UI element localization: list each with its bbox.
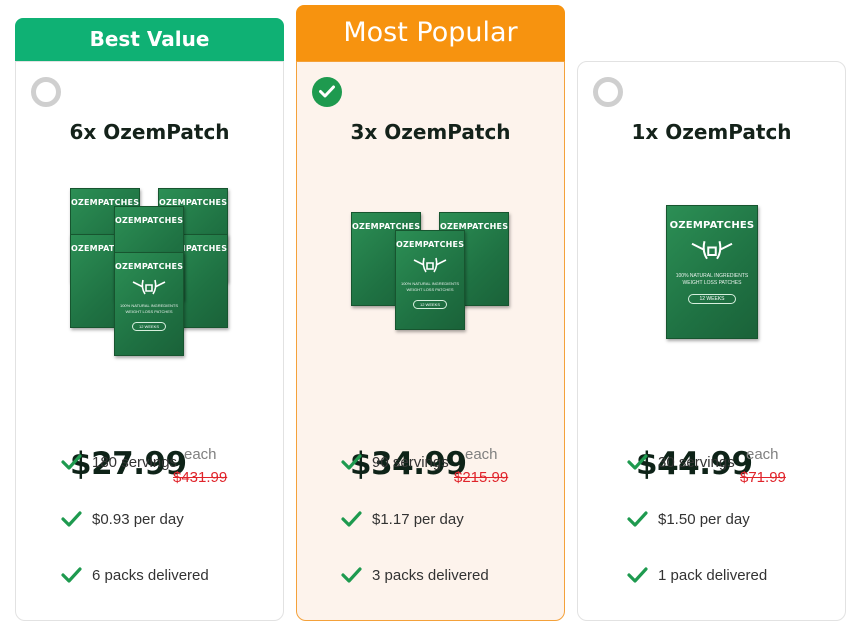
check-icon [627,511,648,527]
price-each-label: each [465,446,498,463]
original-price: $71.99 [740,469,786,486]
check-icon [341,454,362,470]
plan-card-6x[interactable]: 6x OzemPatch OZEMPATCHES OZEMPATCHES OZE… [15,61,284,621]
plan-title: 6x OzemPatch [69,120,230,144]
plan-card-1x[interactable]: 1x OzemPatch OZEMPATCHES 100% NATURAL IN… [577,61,846,621]
check-icon [61,511,82,527]
check-icon [627,454,648,470]
feature-item: 6 packs delivered [61,567,209,584]
check-icon [61,454,82,470]
most-popular-ribbon: Most Popular [296,5,565,61]
feature-item: $1.50 per day [627,511,750,528]
check-icon [341,567,362,583]
plan-title: 1x OzemPatch [631,120,792,144]
price-each-label: each [184,446,217,463]
feature-item: $1.17 per day [341,511,464,528]
original-price: $215.99 [454,469,509,486]
plan-title: 3x OzemPatch [350,120,511,144]
check-icon [61,567,82,583]
checkmark-icon [319,85,335,98]
original-price: $431.99 [173,469,228,486]
check-icon [341,511,362,527]
product-image-6-pack: OZEMPATCHES OZEMPATCHES OZEMPATCHES OZEM… [70,188,230,358]
feature-item: 90 servings [341,454,449,471]
plan-radio-3x-selected[interactable] [312,77,342,107]
product-image-1-pack: OZEMPATCHES 100% NATURAL INGREDIENTS WEIG… [666,205,760,341]
best-value-ribbon: Best Value [15,18,284,61]
plan-radio-1x[interactable] [593,77,623,107]
plan-radio-6x[interactable] [31,77,61,107]
feature-item: 3 packs delivered [341,567,489,584]
feature-item: 180 servings [61,454,177,471]
feature-item: 30 servings [627,454,735,471]
feature-item: 1 pack delivered [627,567,767,584]
product-image-3-pack: OZEMPATCHES OZEMPATCHES OZEMPATCHES 100%… [351,212,511,332]
feature-item: $0.93 per day [61,511,184,528]
price-each-label: each [746,446,779,463]
check-icon [627,567,648,583]
plan-card-3x[interactable]: 3x OzemPatch OZEMPATCHES OZEMPATCHES OZE… [296,61,565,621]
